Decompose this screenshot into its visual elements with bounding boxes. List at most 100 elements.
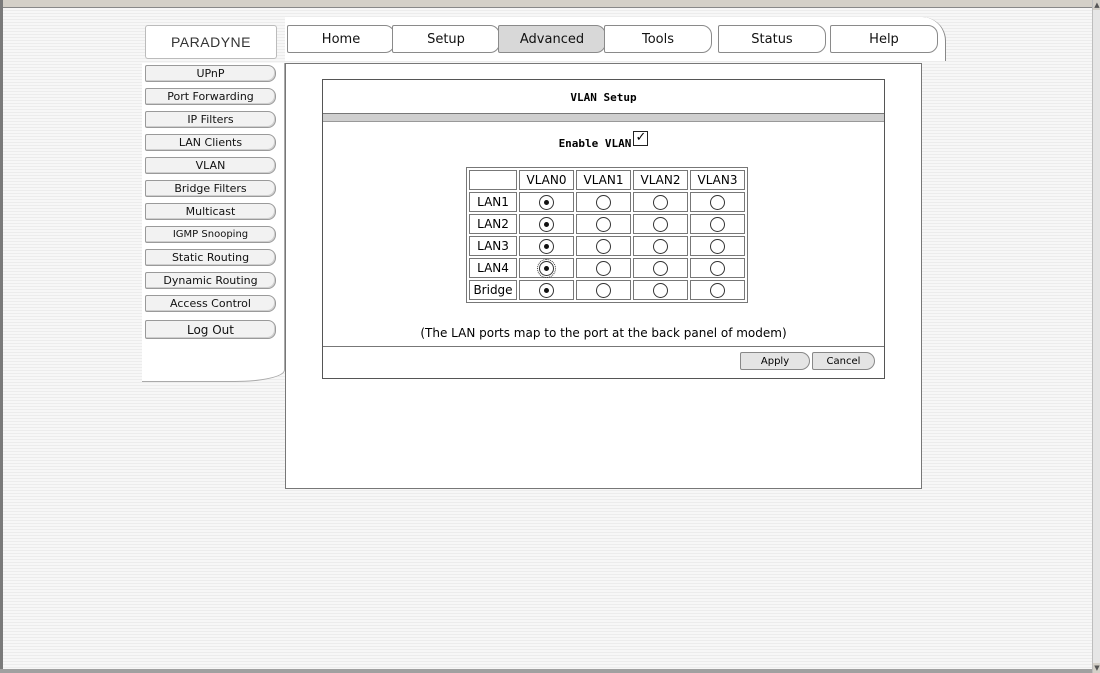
radio-lan4-vlan1[interactable] — [596, 260, 611, 276]
table-cell — [690, 280, 745, 300]
tab-label: Status — [751, 31, 793, 47]
radio-bridge-vlan2[interactable] — [653, 282, 668, 298]
logo-text: PARADYNE — [171, 34, 251, 50]
tab-status[interactable]: Status — [718, 25, 826, 53]
radio-lan3-vlan1[interactable] — [596, 238, 611, 254]
radio-bridge-vlan3[interactable] — [710, 282, 725, 298]
brand-logo: PARADYNE — [145, 25, 277, 59]
table-header-row: VLAN0 VLAN1 VLAN2 VLAN3 — [469, 170, 745, 190]
enable-vlan-checkbox[interactable]: ✓ — [633, 130, 649, 146]
sidebar-item-upnp[interactable]: UPnP — [145, 65, 276, 82]
sidebar-item-log-out[interactable]: Log Out — [145, 320, 276, 339]
enable-vlan-label: Enable VLAN — [558, 137, 632, 150]
table-row: LAN2 — [469, 214, 745, 234]
radio-bridge-vlan0[interactable] — [539, 282, 554, 298]
sidebar-item-bridge-filters[interactable]: Bridge Filters — [145, 180, 276, 197]
column-header: VLAN2 — [633, 170, 688, 190]
row-label: LAN4 — [469, 258, 517, 278]
browser-frame-bottom — [0, 669, 1092, 673]
sidebar-item-port-forwarding[interactable]: Port Forwarding — [145, 88, 276, 105]
table-row: LAN3 — [469, 236, 745, 256]
table-cell — [633, 280, 688, 300]
sidebar-item-static-routing[interactable]: Static Routing — [145, 249, 276, 266]
tab-label: Help — [869, 31, 899, 47]
title-divider — [323, 113, 884, 122]
tab-setup[interactable]: Setup — [392, 25, 500, 53]
row-label: LAN3 — [469, 236, 517, 256]
sidebar-item-label: Static Routing — [171, 251, 250, 264]
radio-lan3-vlan3[interactable] — [710, 238, 725, 254]
table-cell — [633, 236, 688, 256]
sidebar-item-label: Log Out — [186, 322, 234, 337]
radio-lan4-vlan3[interactable] — [710, 260, 725, 276]
radio-lan1-vlan1[interactable] — [596, 194, 611, 210]
browser-frame-top — [0, 0, 1092, 8]
cancel-button-label: Cancel — [826, 355, 861, 367]
radio-lan2-vlan1[interactable] — [596, 216, 611, 232]
vlan-mapping-table: VLAN0 VLAN1 VLAN2 VLAN3 LAN1 LAN2 LAN3 L… — [466, 167, 748, 303]
radio-lan1-vlan2[interactable] — [653, 194, 668, 210]
top-navigation: Home Setup Advanced Tools Status Help — [285, 17, 965, 65]
table-cell — [519, 214, 574, 234]
apply-button-label: Apply — [760, 355, 790, 367]
radio-lan4-vlan0[interactable] — [537, 258, 556, 278]
table-cell — [633, 192, 688, 212]
table-cell — [576, 258, 631, 278]
checkmark-icon: ✓ — [635, 130, 647, 145]
table-cell — [576, 192, 631, 212]
sidebar-item-igmp-snooping[interactable]: IGMP Snooping — [145, 226, 276, 243]
column-header: VLAN1 — [576, 170, 631, 190]
column-header: VLAN0 — [519, 170, 574, 190]
sidebar-item-label: Multicast — [185, 205, 236, 218]
table-cell — [519, 258, 574, 278]
vertical-scrollbar[interactable]: ▲ ▼ — [1092, 0, 1100, 673]
radio-lan1-vlan0[interactable] — [539, 194, 554, 210]
sidebar-item-access-control[interactable]: Access Control — [145, 295, 276, 312]
cancel-button[interactable]: Cancel — [812, 352, 875, 370]
sidebar-item-label: LAN Clients — [178, 136, 243, 149]
sidebar-item-label: UPnP — [196, 67, 225, 80]
tab-label: Setup — [427, 31, 465, 47]
sidebar-item-ip-filters[interactable]: IP Filters — [145, 111, 276, 128]
radio-lan4-vlan2[interactable] — [653, 260, 668, 276]
table-cell — [690, 192, 745, 212]
radio-lan3-vlan0[interactable] — [539, 238, 554, 254]
bottom-divider — [323, 346, 884, 347]
apply-button[interactable]: Apply — [740, 352, 810, 370]
radio-lan3-vlan2[interactable] — [653, 238, 668, 254]
table-cell — [690, 214, 745, 234]
sidebar-item-label: Bridge Filters — [174, 182, 247, 195]
radio-lan2-vlan0[interactable] — [539, 216, 554, 232]
radio-bridge-vlan1[interactable] — [596, 282, 611, 298]
sidebar-item-label: IP Filters — [187, 113, 234, 126]
tab-tools[interactable]: Tools — [604, 25, 712, 53]
table-row: Bridge — [469, 280, 745, 300]
tab-home[interactable]: Home — [287, 25, 395, 53]
table-cell — [519, 192, 574, 212]
sidebar-item-dynamic-routing[interactable]: Dynamic Routing — [145, 272, 276, 289]
row-label: LAN1 — [469, 192, 517, 212]
scroll-down-icon[interactable]: ▼ — [1093, 663, 1100, 673]
sidebar-item-label: Port Forwarding — [167, 90, 254, 103]
radio-lan2-vlan2[interactable] — [653, 216, 668, 232]
tab-label: Advanced — [519, 31, 585, 47]
table-cell — [690, 258, 745, 278]
lan-port-note: (The LAN ports map to the port at the ba… — [420, 326, 787, 340]
table-cell — [576, 280, 631, 300]
row-label: Bridge — [469, 280, 517, 300]
sidebar-item-lan-clients[interactable]: LAN Clients — [145, 134, 276, 151]
radio-lan1-vlan3[interactable] — [710, 194, 725, 210]
tab-label: Tools — [641, 31, 675, 47]
table-cell — [576, 214, 631, 234]
tab-advanced[interactable]: Advanced — [498, 25, 606, 53]
table-row: LAN1 — [469, 192, 745, 212]
scroll-up-icon[interactable]: ▲ — [1093, 0, 1100, 10]
sidebar-menu: UPnP Port Forwarding IP Filters LAN Clie… — [142, 63, 285, 382]
enable-vlan-row: Enable VLAN ✓ — [323, 131, 884, 150]
sidebar-item-multicast[interactable]: Multicast — [145, 203, 276, 220]
table-cell — [690, 236, 745, 256]
tab-help[interactable]: Help — [830, 25, 938, 53]
sidebar-item-vlan[interactable]: VLAN — [145, 157, 276, 174]
sidebar-item-label: IGMP Snooping — [172, 229, 249, 240]
radio-lan2-vlan3[interactable] — [710, 216, 725, 232]
